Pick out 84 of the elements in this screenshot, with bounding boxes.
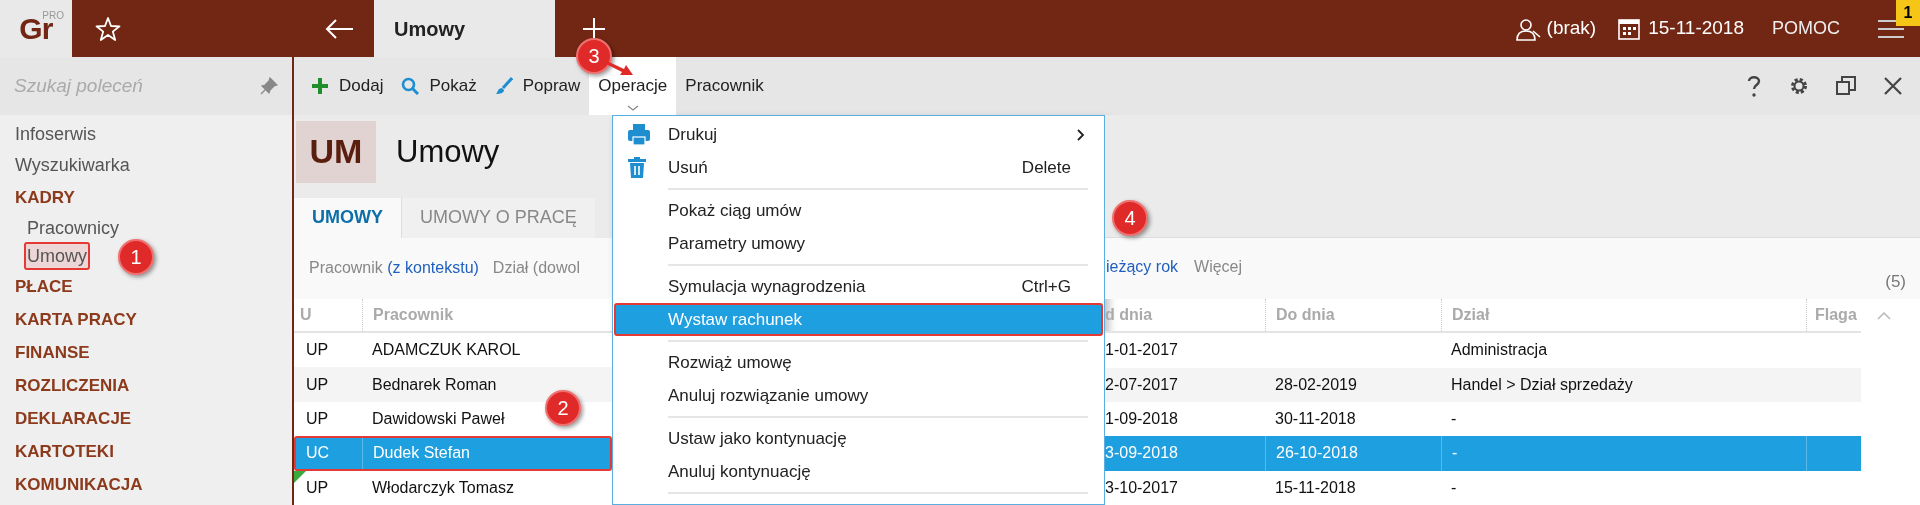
brush-icon: [494, 77, 513, 95]
table-cell-text: Dawidowski Paweł: [371, 408, 506, 429]
toolbar-button[interactable]: Dodaj: [302, 57, 393, 115]
sidebar-item[interactable]: Pracownicy: [24, 214, 123, 242]
user-icon[interactable]: [1514, 16, 1541, 41]
sidebar-section[interactable]: KARTOTEKI: [12, 435, 117, 468]
table-cell-text: 3-09-2018: [1105, 443, 1179, 464]
table-cell-text: 30-11-2018: [1274, 409, 1357, 430]
table-cell-text: UP: [306, 374, 330, 395]
sidebar-section[interactable]: DEKLARACJE: [12, 402, 135, 435]
pin-icon[interactable]: [260, 77, 278, 95]
search-icon: [401, 77, 420, 95]
chevron-icon: [626, 105, 639, 111]
shortcut-label: Delete: [1021, 156, 1071, 179]
toolbar-button[interactable]: Pokaż: [392, 57, 486, 115]
table-cell-text: Bednarek Roman: [371, 374, 498, 395]
module-tab[interactable]: Umowy: [374, 0, 555, 57]
toolbar-button[interactable]: Pracownik: [676, 57, 773, 115]
shortcut-label: Ctrl+G: [1021, 275, 1071, 298]
table-cell-text: Włodarczyk Tomasz: [371, 477, 515, 498]
menu-icon[interactable]: [1876, 17, 1906, 40]
sidebar-section[interactable]: FINANSE: [12, 336, 93, 369]
close-icon[interactable]: [1884, 77, 1902, 95]
sidebar-section[interactable]: KARTA PRACY: [12, 303, 140, 336]
table-cell-text: UP: [306, 477, 330, 498]
corner-flag-icon: [294, 470, 306, 483]
star-icon[interactable]: [95, 15, 121, 42]
page-title: Umowy: [396, 132, 500, 171]
table-row[interactable]: UP Bednarek Roman: [294, 367, 612, 402]
sidebar-section[interactable]: KOMUNIKACJA: [12, 468, 146, 501]
settings-icon[interactable]: [1788, 75, 1810, 97]
filter-label[interactable]: Pracownik (z kontekstu): [309, 256, 479, 281]
calendar-icon[interactable]: [1618, 17, 1641, 40]
help-link[interactable]: POMOC: [1772, 15, 1840, 42]
plus-icon[interactable]: [582, 16, 606, 41]
menu-item[interactable]: Symulacja wynagrodzenia Ctrl+G: [614, 270, 1103, 303]
table-cell-text: 15-11-2018: [1274, 477, 1357, 498]
filter-value[interactable]: ieżący rok: [1106, 254, 1179, 279]
sidebar-item[interactable]: Infoserwis: [12, 119, 100, 150]
sidebar-section[interactable]: KADRY: [12, 181, 78, 214]
app-logo[interactable]: GrPRO: [0, 0, 72, 57]
table-cell-text: UP: [306, 340, 330, 361]
sidebar-section[interactable]: PŁACE: [12, 270, 76, 303]
restore-window-icon[interactable]: [1836, 76, 1856, 96]
menu-item[interactable]: Anuluj kontynuację: [614, 455, 1103, 488]
table-cell-text: -: [1450, 409, 1458, 430]
table-cell-text: Administracja: [1450, 340, 1549, 361]
table-cell-text: 1-09-2018: [1105, 409, 1179, 430]
printer-icon: [628, 124, 650, 145]
table-cell-text: 3-10-2017: [1105, 477, 1179, 498]
plus-icon: [311, 77, 329, 95]
back-arrow-icon[interactable]: [324, 17, 354, 40]
record-count: (5): [1885, 271, 1906, 294]
menu-item[interactable]: Rozwiąż umowę: [614, 346, 1103, 379]
search-field[interactable]: Szukaj poleceń: [0, 57, 292, 115]
sidebar-section[interactable]: ROZLICZENIA: [12, 369, 133, 402]
table-cell-text: -: [1450, 477, 1458, 498]
tab[interactable]: UMOWY: [294, 197, 401, 238]
menu-item[interactable]: Pokaż ciąg umów: [614, 194, 1103, 227]
sidebar-item[interactable]: Wyszukiwarka: [12, 150, 133, 181]
menu-item[interactable]: Ustaw jako kontynuację: [614, 422, 1103, 455]
menu-item[interactable]: Drukuj: [614, 118, 1103, 151]
menu-item[interactable]: Usuń Delete: [614, 151, 1103, 184]
table-cell-text: UC: [306, 443, 331, 464]
sidebar-item[interactable]: Umowy: [24, 242, 90, 270]
help-icon[interactable]: [1746, 74, 1762, 98]
module-badge: UM: [296, 120, 376, 183]
table-cell: Dudek Stefan: [362, 438, 474, 469]
table-cell-text: 28-02-2019: [1274, 374, 1358, 395]
table-cell: 26-10-2018: [1265, 436, 1441, 471]
table-cell-text: ADAMCZUK KAROL: [371, 340, 522, 361]
table-cell-text: UP: [306, 408, 330, 429]
pointer-arrow: [606, 60, 634, 76]
table-cell-text: 1-01-2017: [1105, 340, 1179, 361]
table-cell-text: Handel > Dział sprzedaży: [1450, 374, 1634, 395]
date-field[interactable]: 15-11-2018: [1648, 14, 1744, 43]
user-name[interactable]: (brak): [1546, 14, 1597, 43]
menu-item[interactable]: Parametry umowy: [614, 227, 1103, 260]
table-cell: -: [1441, 436, 1806, 471]
table-cell-text: 2-07-2017: [1105, 374, 1179, 395]
notification-badge: 1: [1896, 0, 1920, 26]
menu-item[interactable]: Anuluj rozwiązanie umowy: [614, 379, 1103, 412]
table-row[interactable]: 2-07-2017 28-02-2019 Handel > Dział sprzedaży: [1105, 367, 1861, 402]
search-input[interactable]: Szukaj poleceń: [14, 71, 260, 101]
